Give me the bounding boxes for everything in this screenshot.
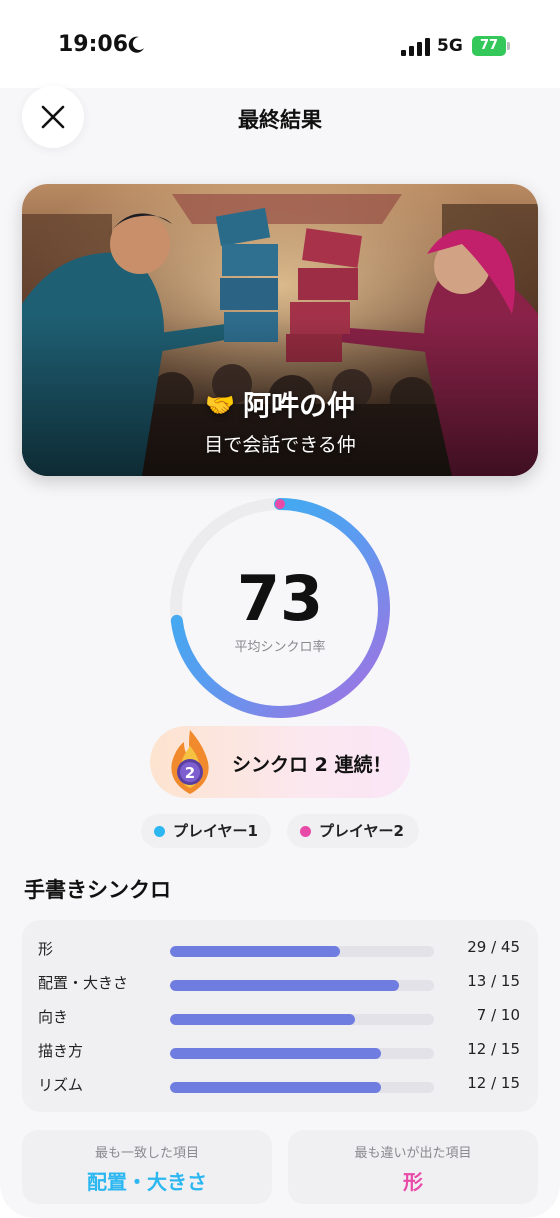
stat-fill bbox=[170, 946, 341, 957]
streak-text: シンクロ 2 連続！ bbox=[232, 754, 392, 776]
stat-track bbox=[170, 1082, 434, 1093]
legend-player-1: プレイヤー1 bbox=[141, 814, 271, 848]
stat-value: 29 / 45 bbox=[467, 938, 520, 956]
stat-row: 描き方 12 / 15 bbox=[22, 1034, 538, 1068]
page-title: 最終結果 bbox=[238, 108, 322, 132]
largest-difference-value: 形 bbox=[403, 1170, 423, 1194]
stat-fill bbox=[170, 1082, 382, 1093]
section-title: 手書きシンクロ bbox=[24, 878, 171, 902]
stat-label: リズム bbox=[38, 1076, 84, 1094]
stat-value: 13 / 15 bbox=[467, 972, 520, 990]
handshake-icon: 🤝 bbox=[205, 391, 235, 419]
gauge-start-dot bbox=[275, 499, 285, 509]
stat-label: 描き方 bbox=[38, 1042, 84, 1060]
stats-card: 形 29 / 45 配置・大きさ 13 / 15 向き 7 / 10 描き方 1… bbox=[22, 920, 538, 1112]
stat-track bbox=[170, 946, 434, 957]
status-bar: 19:06 5G 77 bbox=[0, 0, 560, 88]
moon-icon bbox=[128, 36, 144, 53]
result-screen: 19:06 5G 77 最終結果 🤝 阿吽の仲 目で会話できる仲 73 平均シン… bbox=[0, 0, 560, 1218]
stat-fill bbox=[170, 1014, 355, 1025]
legend-label-player-1: プレイヤー1 bbox=[173, 822, 258, 840]
stat-label: 配置・大きさ bbox=[38, 974, 129, 992]
stat-value: 7 / 10 bbox=[476, 1006, 520, 1024]
stat-row: 形 29 / 45 bbox=[22, 932, 538, 966]
stat-label: 向き bbox=[38, 1008, 69, 1026]
streak-count-badge: 2 bbox=[185, 764, 195, 782]
stat-fill bbox=[170, 980, 399, 991]
flame-icon: 2 bbox=[171, 730, 209, 794]
stat-track bbox=[170, 980, 434, 991]
hero-title: 🤝 阿吽の仲 bbox=[0, 384, 560, 424]
best-match-caption: 最も一致した項目 bbox=[94, 1146, 199, 1161]
streak-badge: 2 シンクロ 2 連続！ bbox=[150, 726, 410, 798]
legend-dot-player-1 bbox=[154, 826, 165, 837]
stat-row: リズム 12 / 15 bbox=[22, 1068, 538, 1102]
legend-label-player-2: プレイヤー2 bbox=[319, 822, 404, 840]
battery-level: 77 bbox=[472, 36, 506, 56]
network-type: 5G bbox=[437, 36, 463, 56]
sync-score-value: 73 bbox=[236, 562, 324, 635]
battery-indicator: 77 bbox=[472, 36, 510, 56]
stat-value: 12 / 15 bbox=[467, 1074, 520, 1092]
stat-fill bbox=[170, 1048, 382, 1059]
best-match-value: 配置・大きさ bbox=[87, 1170, 207, 1194]
hero-title-text: 阿吽の仲 bbox=[242, 389, 355, 422]
largest-difference-caption: 最も違いが出た項目 bbox=[354, 1146, 472, 1161]
best-match-card: 最も一致した項目 配置・大きさ bbox=[22, 1130, 272, 1204]
battery-tip bbox=[507, 42, 510, 50]
stat-track bbox=[170, 1014, 434, 1025]
sync-score-label: 平均シンクロ率 bbox=[234, 640, 326, 655]
legend-player-2: プレイヤー2 bbox=[287, 814, 419, 848]
stat-row: 配置・大きさ 13 / 15 bbox=[22, 966, 538, 1000]
stat-label: 形 bbox=[38, 940, 54, 958]
status-time: 19:06 bbox=[58, 32, 129, 57]
hero-subtitle: 目で会話できる仲 bbox=[204, 434, 356, 456]
signal-icon bbox=[401, 38, 430, 56]
stat-row: 向き 7 / 10 bbox=[22, 1000, 538, 1034]
legend-dot-player-2 bbox=[300, 826, 311, 837]
stat-track bbox=[170, 1048, 434, 1059]
largest-difference-card: 最も違いが出た項目 形 bbox=[288, 1130, 538, 1204]
stat-value: 12 / 15 bbox=[467, 1040, 520, 1058]
